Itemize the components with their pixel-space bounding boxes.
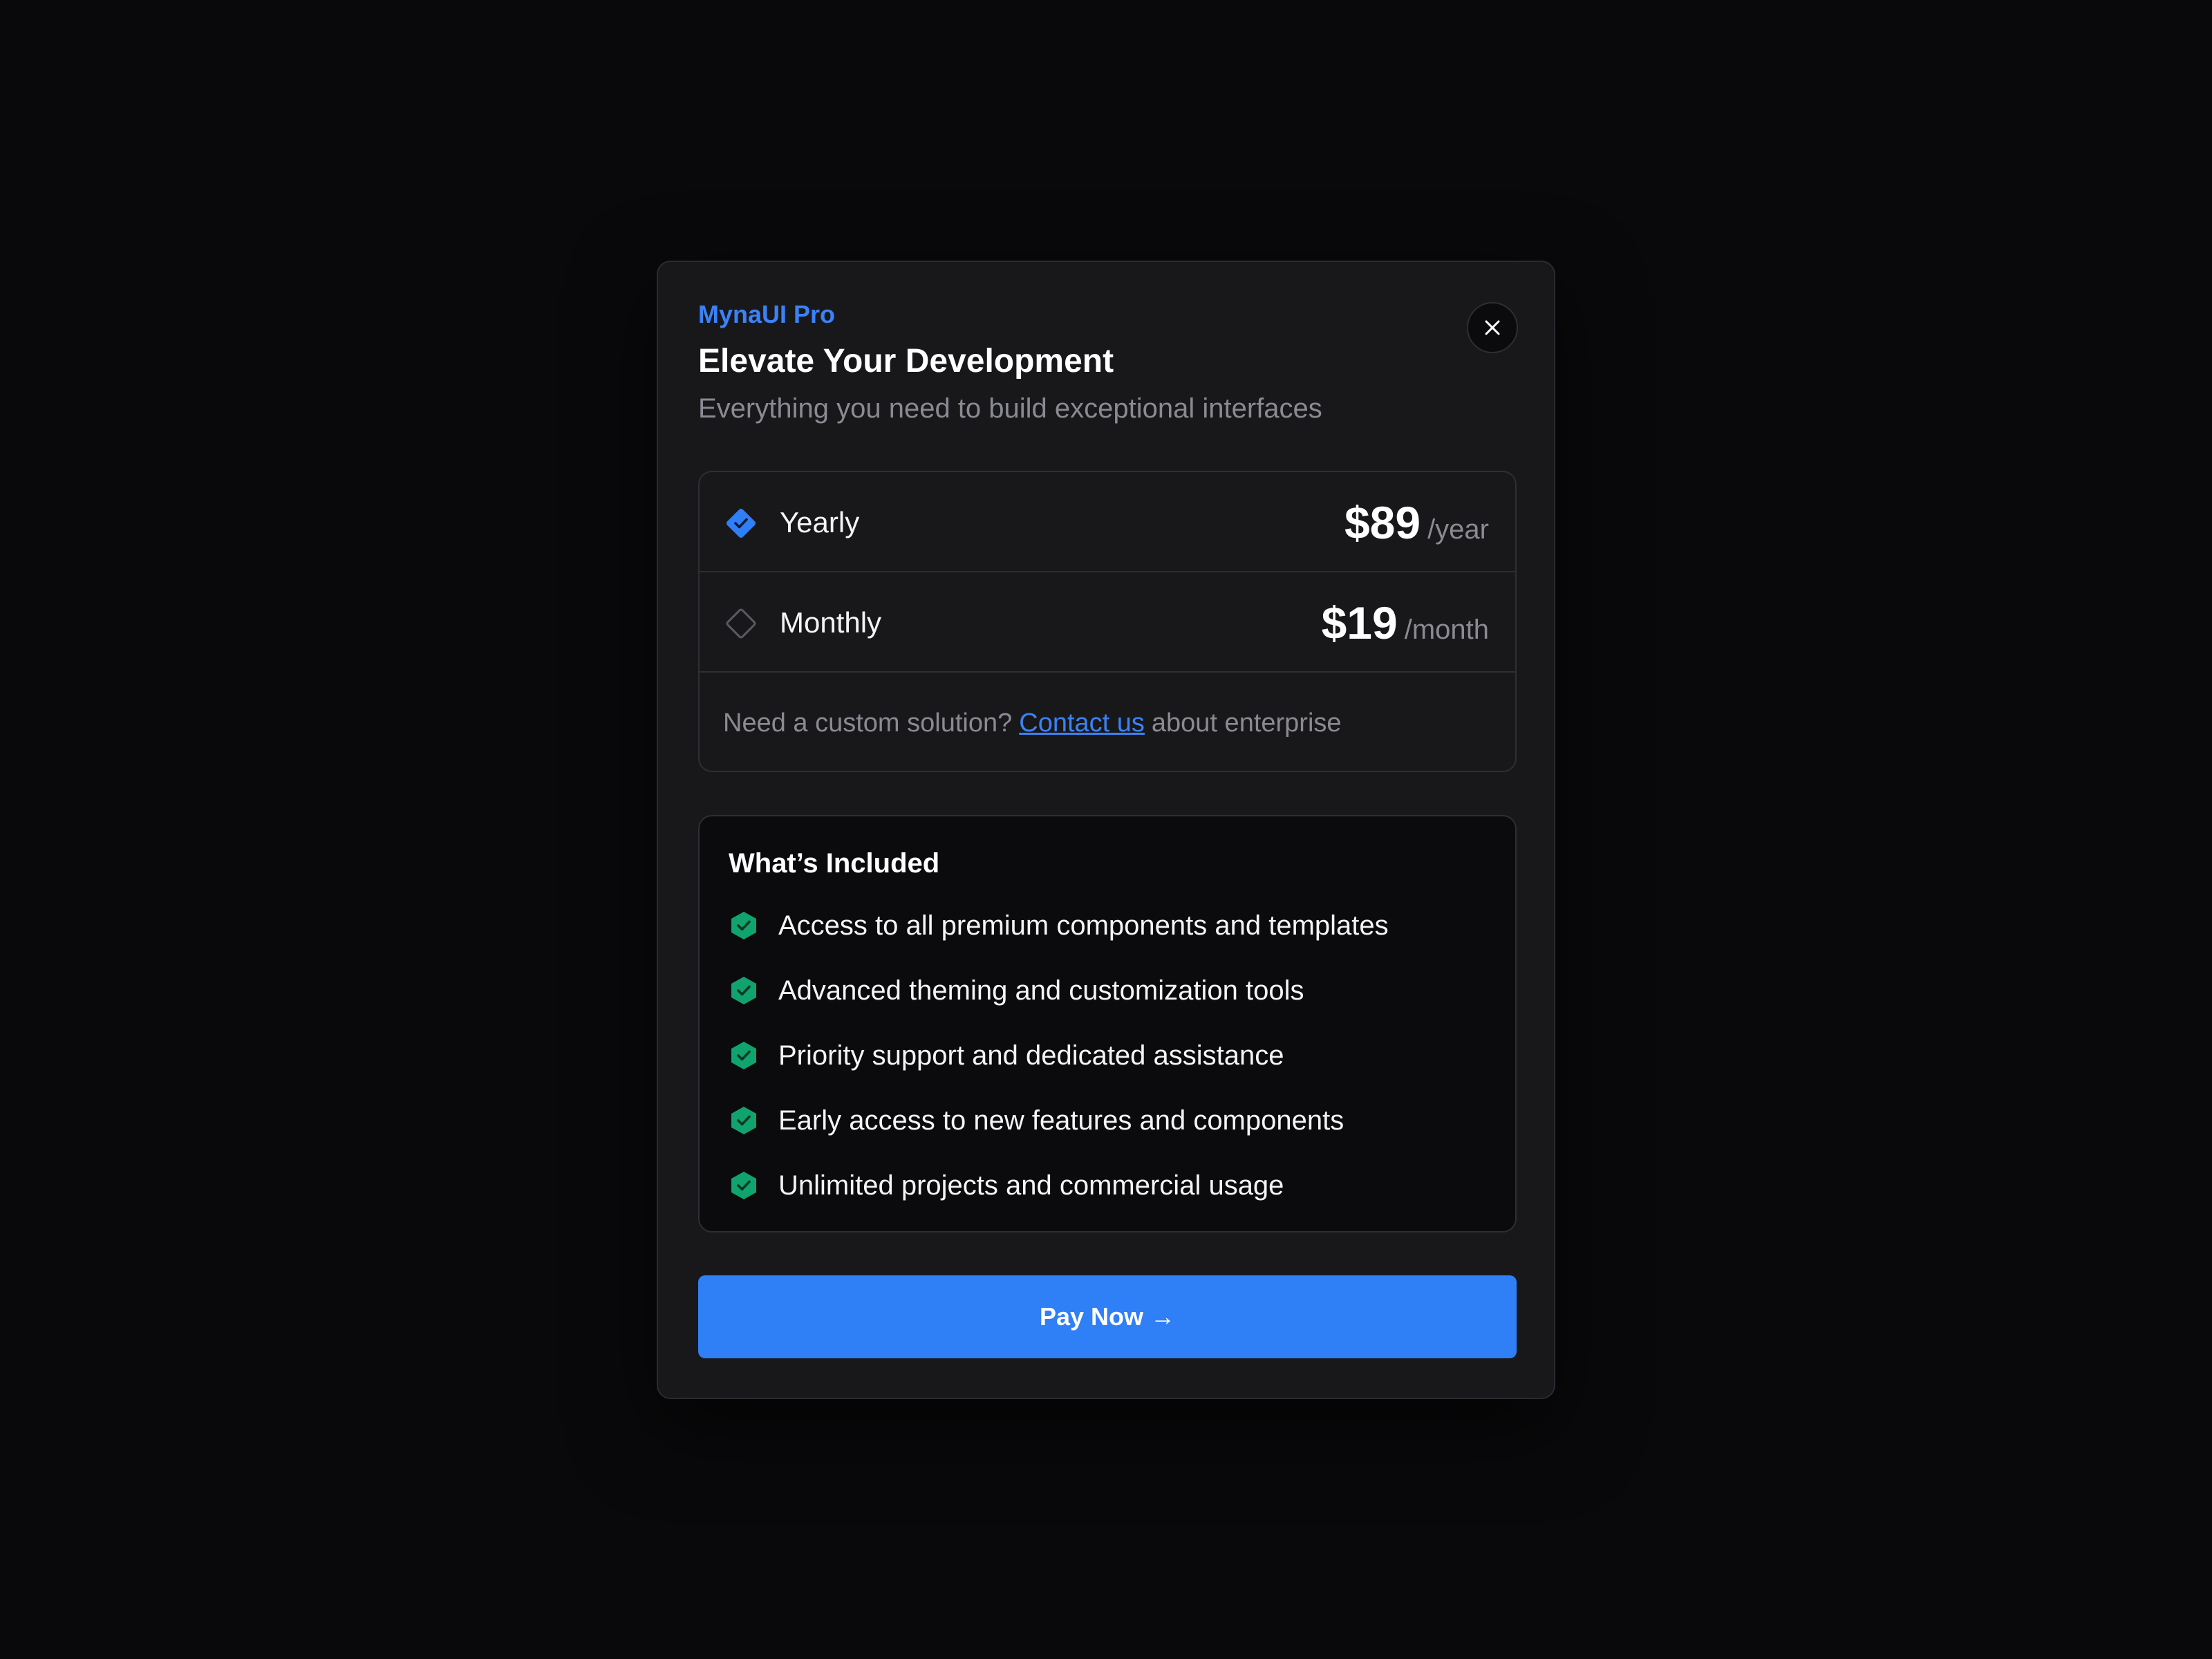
modal-title: Elevate Your Development (698, 343, 1114, 379)
close-icon (1485, 320, 1500, 335)
price-period: /year (1427, 514, 1489, 545)
diamond-check-icon (727, 509, 756, 538)
price-period: /month (1404, 615, 1489, 645)
modal-subtitle: Everything you need to build exceptional… (698, 393, 1322, 424)
close-button[interactable] (1467, 302, 1518, 353)
plan-option-monthly[interactable]: Monthly $19 /month (700, 572, 1515, 673)
plan-selector: Yearly $89 /year Monthly $19 /month Need… (698, 471, 1517, 772)
pay-now-button[interactable]: Pay Now → (698, 1275, 1517, 1358)
price-amount: $89 (1344, 497, 1421, 548)
custom-suffix: about enterprise (1151, 708, 1342, 738)
plan-name: Monthly (780, 606, 882, 639)
price-amount: $19 (1321, 597, 1398, 648)
plan-price: $19 /month (1322, 600, 1489, 646)
feature-item: Early access to new features and compone… (729, 1100, 1344, 1141)
pricing-modal: MynaUI Pro Elevate Your Development Ever… (657, 261, 1555, 1399)
plan-name: Yearly (780, 506, 860, 538)
feature-item: Access to all premium components and tem… (729, 905, 1389, 946)
brand-label: MynaUI Pro (698, 300, 836, 328)
shield-check-icon (731, 1042, 756, 1069)
feature-item: Unlimited projects and commercial usage (729, 1165, 1284, 1206)
diamond-outline-icon (726, 608, 756, 639)
feature-text: Advanced theming and customization tools (778, 975, 1304, 1006)
contact-us-link[interactable]: Contact us (1019, 709, 1145, 738)
feature-text: Access to all premium components and tem… (778, 910, 1389, 941)
custom-prefix: Need a custom solution? (723, 708, 1013, 738)
shield-check-icon (731, 1107, 756, 1134)
plan-option-yearly[interactable]: Yearly $89 /year (700, 472, 1515, 572)
feature-text: Priority support and dedicated assistanc… (778, 1040, 1284, 1071)
shield-check-icon (731, 912, 756, 939)
included-features-panel: What’s Included Access to all premium co… (698, 815, 1517, 1232)
feature-item: Advanced theming and customization tools (729, 970, 1304, 1011)
feature-item: Priority support and dedicated assistanc… (729, 1035, 1284, 1076)
feature-text: Early access to new features and compone… (778, 1105, 1344, 1136)
included-title: What’s Included (729, 848, 940, 879)
shield-check-icon (731, 1172, 756, 1199)
feature-text: Unlimited projects and commercial usage (778, 1170, 1284, 1201)
plan-price: $89 /year (1344, 500, 1489, 545)
custom-solution-row: Need a custom solution? Contact us about… (700, 673, 1515, 771)
shield-check-icon (731, 977, 756, 1004)
